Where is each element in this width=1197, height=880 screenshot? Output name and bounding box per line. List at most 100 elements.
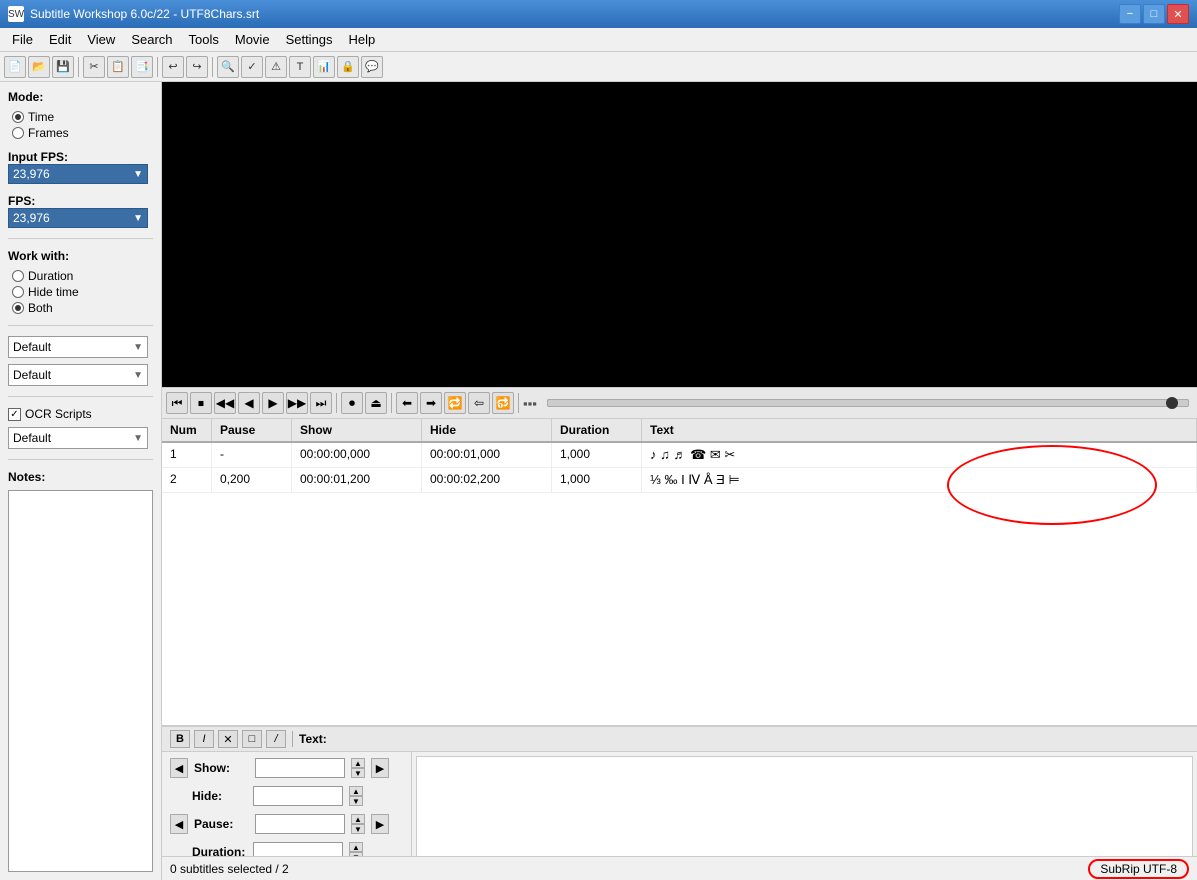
video-forward-end[interactable]: ⏭ (310, 392, 332, 414)
menu-settings[interactable]: Settings (278, 30, 341, 49)
window-controls[interactable]: − □ ✕ (1119, 4, 1189, 24)
table-row[interactable]: 2 0,200 00:00:01,200 00:00:02,200 1,000 … (162, 468, 1197, 493)
table-row[interactable]: 1 - 00:00:00,000 00:00:01,000 1,000 ♪ ♫ … (162, 443, 1197, 468)
menu-view[interactable]: View (79, 30, 123, 49)
row2-num: 2 (162, 468, 212, 492)
hide-up[interactable]: ▲ (349, 786, 363, 796)
toolbar-redo[interactable]: ↪ (186, 56, 208, 78)
toolbar-comment[interactable]: 💬 (361, 56, 383, 78)
strikethrough-button[interactable]: ✕ (218, 730, 238, 748)
pause-down[interactable]: ▼ (351, 824, 365, 834)
toolbar-check[interactable]: ✓ (241, 56, 263, 78)
video-eject[interactable]: ⏏ (365, 392, 387, 414)
minimize-button[interactable]: − (1119, 4, 1141, 24)
video-rewind-start[interactable]: ⏮ (166, 392, 188, 414)
show-prev-btn[interactable]: ◀ (170, 758, 188, 778)
input-fps-section: Input FPS: 23,976 ▼ (8, 150, 153, 184)
show-input[interactable] (255, 758, 345, 778)
video-area[interactable] (162, 82, 1197, 387)
close-button[interactable]: ✕ (1167, 4, 1189, 24)
ocr-checkbox-item[interactable]: OCR Scripts (8, 407, 153, 421)
video-play[interactable]: ▶ (262, 392, 284, 414)
toolbar-paste[interactable]: 📑 (131, 56, 153, 78)
menu-search[interactable]: Search (123, 30, 180, 49)
menu-help[interactable]: Help (341, 30, 384, 49)
style2-dropdown[interactable]: Default ▼ (8, 364, 148, 386)
timing-section: ◀ Show: ▲ ▼ ▶ Hide: ▲ (162, 752, 412, 868)
toolbar-cut[interactable]: ✂ (83, 56, 105, 78)
video-toolbar: ⏮ ⏹ ◀◀ ◀ ▶ ▶▶ ⏭ ⏺ ⏏ ⬅ ➡ 🔁 ⇦ 🔂 ▪▪▪ (162, 387, 1197, 419)
show-down[interactable]: ▼ (351, 768, 365, 778)
video-fwd-sub[interactable]: ➡ (420, 392, 442, 414)
menu-tools[interactable]: Tools (181, 30, 227, 49)
edit-content: ◀ Show: ▲ ▼ ▶ Hide: ▲ (162, 752, 1197, 868)
input-fps-arrow: ▼ (133, 169, 143, 180)
italic-button[interactable]: I (194, 730, 214, 748)
vtb-sep2 (391, 393, 392, 413)
show-up[interactable]: ▲ (351, 758, 365, 768)
menu-edit[interactable]: Edit (41, 30, 79, 49)
video-next[interactable]: ▶▶ (286, 392, 308, 414)
video-prev[interactable]: ◀ (238, 392, 260, 414)
toolbar-warn[interactable]: ⚠ (265, 56, 287, 78)
toolbar-new[interactable]: 📄 (4, 56, 26, 78)
menu-file[interactable]: File (4, 30, 41, 49)
toolbar-undo[interactable]: ↩ (162, 56, 184, 78)
video-loop[interactable]: 🔁 (444, 392, 466, 414)
text-label: Text: (299, 732, 327, 746)
ocr-checkbox[interactable] (8, 408, 21, 421)
pause-input[interactable] (255, 814, 345, 834)
box-button[interactable]: □ (242, 730, 262, 748)
pause-label: Pause: (194, 817, 249, 831)
menu-movie[interactable]: Movie (227, 30, 278, 49)
volume-slider[interactable] (547, 399, 1189, 407)
input-fps-dropdown[interactable]: 23,976 ▼ (8, 164, 148, 184)
video-snap2[interactable]: 🔂 (492, 392, 514, 414)
mode-frames-radio[interactable]: Frames (12, 126, 153, 140)
notes-area[interactable] (8, 490, 153, 872)
encoding-badge: SubRip UTF-8 (1088, 859, 1189, 879)
row2-show: 00:00:01,200 (292, 468, 422, 492)
style2-arrow: ▼ (133, 370, 143, 381)
video-record[interactable]: ⏺ (341, 392, 363, 414)
work-duration-dot (12, 270, 24, 282)
text-edit-input[interactable] (416, 756, 1193, 864)
pause-next-btn[interactable]: ▶ (371, 814, 389, 834)
row1-duration: 1,000 (552, 443, 642, 467)
duration-up[interactable]: ▲ (349, 842, 363, 852)
work-duration-radio[interactable]: Duration (12, 269, 153, 283)
menu-bar: File Edit View Search Tools Movie Settin… (0, 28, 1197, 52)
video-back-sub[interactable]: ⬅ (396, 392, 418, 414)
text-edit-area (412, 752, 1197, 868)
row1-pause: - (212, 443, 292, 467)
script-button[interactable]: / (266, 730, 286, 748)
hide-timing-row: Hide: ▲ ▼ (170, 786, 403, 806)
show-next-btn[interactable]: ▶ (371, 758, 389, 778)
vtb-sep3 (518, 393, 519, 413)
fps-dropdown[interactable]: 23,976 ▼ (8, 208, 148, 228)
col-hide: Hide (422, 419, 552, 441)
toolbar-text[interactable]: T (289, 56, 311, 78)
work-both-radio[interactable]: Both (12, 301, 153, 315)
style1-dropdown[interactable]: Default ▼ (8, 336, 148, 358)
col-duration: Duration (552, 419, 642, 441)
toolbar-copy[interactable]: 📋 (107, 56, 129, 78)
video-snap[interactable]: ⇦ (468, 392, 490, 414)
toolbar-open[interactable]: 📂 (28, 56, 50, 78)
hide-down[interactable]: ▼ (349, 796, 363, 806)
pause-up[interactable]: ▲ (351, 814, 365, 824)
pause-prev-btn[interactable]: ◀ (170, 814, 188, 834)
work-hide-radio[interactable]: Hide time (12, 285, 153, 299)
status-bar: 0 subtitles selected / 2 SubRip UTF-8 (162, 856, 1197, 880)
bold-button[interactable]: B (170, 730, 190, 748)
toolbar-stats[interactable]: 📊 (313, 56, 335, 78)
maximize-button[interactable]: □ (1143, 4, 1165, 24)
ocr-dropdown[interactable]: Default ▼ (8, 427, 148, 449)
toolbar-search[interactable]: 🔍 (217, 56, 239, 78)
video-prev-frame[interactable]: ◀◀ (214, 392, 236, 414)
video-stop[interactable]: ⏹ (190, 392, 212, 414)
toolbar-save[interactable]: 💾 (52, 56, 74, 78)
hide-input[interactable] (253, 786, 343, 806)
toolbar-lock[interactable]: 🔒 (337, 56, 359, 78)
mode-time-radio[interactable]: Time (12, 110, 153, 124)
